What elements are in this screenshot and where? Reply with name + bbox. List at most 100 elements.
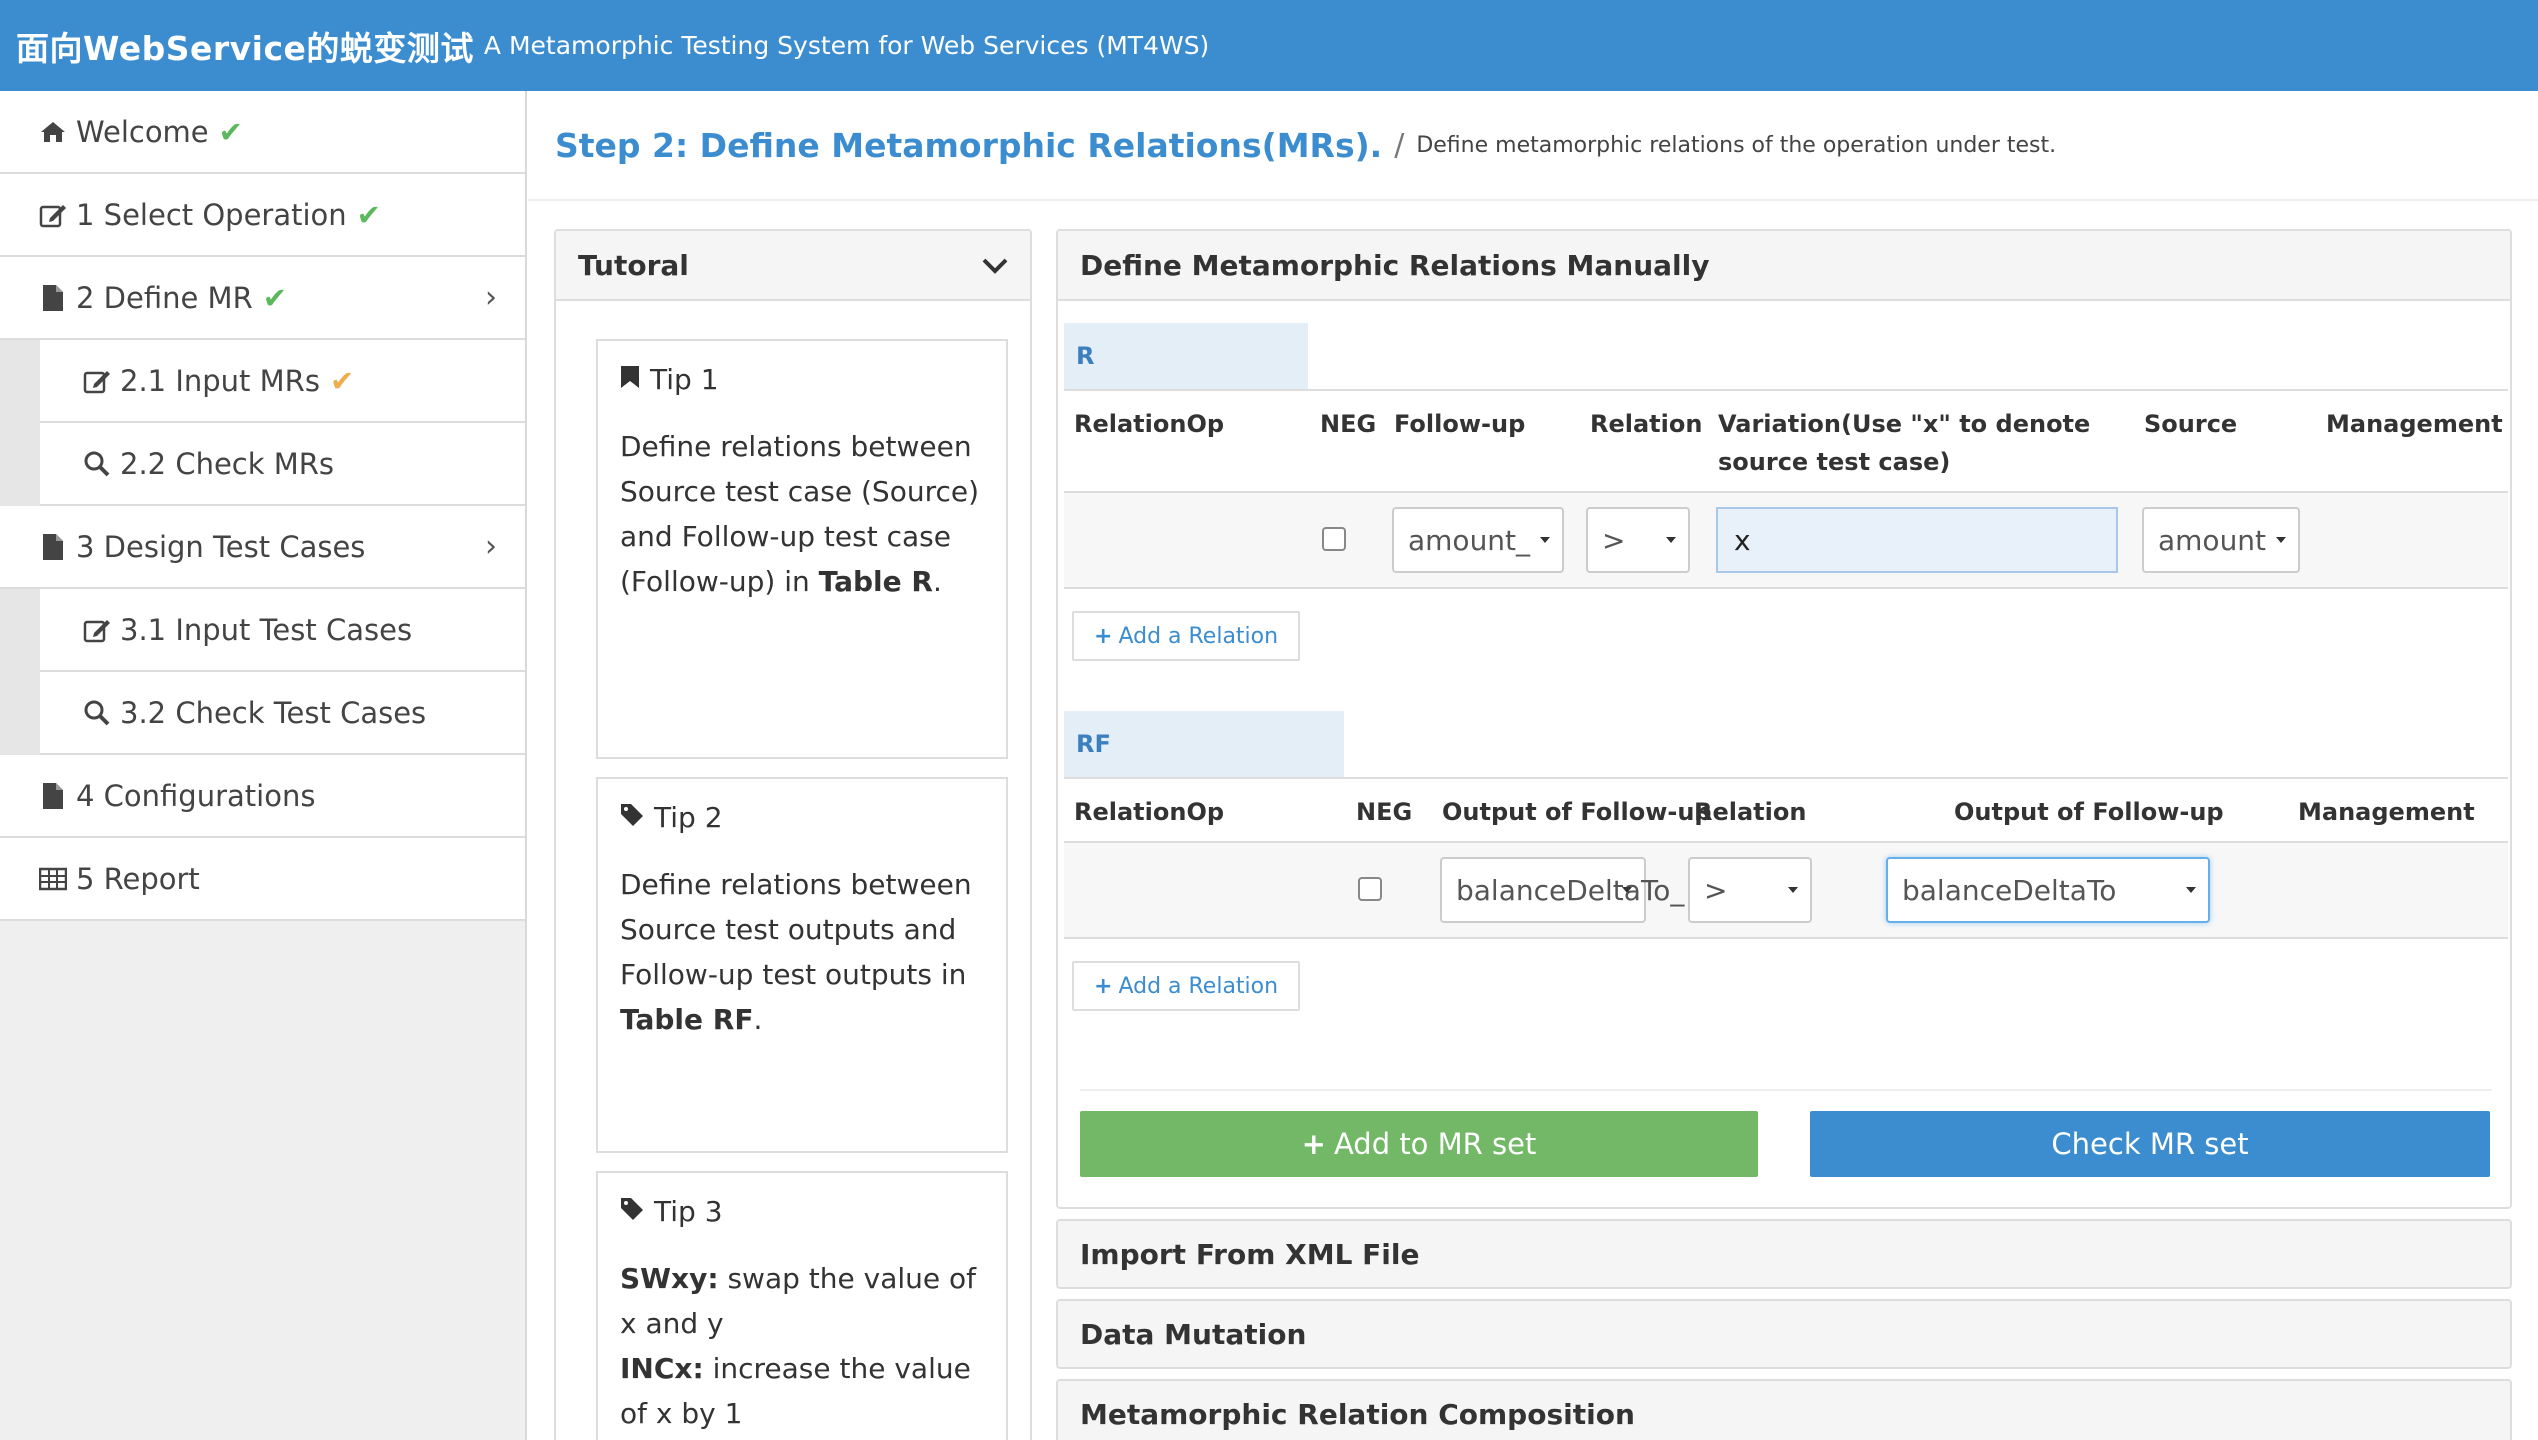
select-value: amount_	[1408, 523, 1531, 557]
neg-checkbox[interactable]	[1358, 877, 1382, 901]
tip-body: Define relations between Source test out…	[620, 862, 984, 1042]
button-label: Check MR set	[2051, 1127, 2249, 1161]
col-header-relationop: RelationOp	[1074, 798, 1225, 826]
divider	[1080, 1089, 2492, 1091]
check-icon: ✔	[329, 363, 355, 398]
col-header-management: Management	[2326, 410, 2503, 438]
main-content: Step 2: Define Metamorphic Relations(MRs…	[528, 91, 2538, 1440]
plus-icon: +	[1301, 1127, 1326, 1161]
divider	[1064, 841, 2508, 843]
search-icon	[82, 451, 112, 477]
select-value: >	[1602, 523, 1626, 557]
sidebar-item-welcome[interactable]: Welcome ✔	[0, 91, 525, 174]
brand-title-cn: 面向WebService的蜕变测试	[16, 28, 474, 68]
top-bar: 面向WebService的蜕变测试 A Metamorphic Testing …	[0, 0, 2538, 91]
sidebar-item-label: 5 Report	[76, 861, 200, 896]
table-rf-label: RF	[1064, 711, 1344, 777]
import-xml-panel-header[interactable]: Import From XML File	[1056, 1219, 2512, 1289]
tip-title: Tip 3	[620, 1195, 984, 1228]
sidebar-item-label: 4 Configurations	[76, 778, 316, 813]
tip-text-bold: Table RF	[620, 1003, 754, 1036]
edit-icon	[82, 368, 112, 394]
add-relation-button-rf[interactable]: + Add a Relation	[1072, 961, 1301, 1011]
col-header-source: Source	[2144, 410, 2238, 438]
brand-title-en: A Metamorphic Testing System for Web Ser…	[483, 31, 1210, 60]
sidebar-item-configurations[interactable]: 4 Configurations	[0, 755, 525, 838]
tip-card-3: Tip 3 SWxy: swap the value of x and y INC…	[596, 1171, 1008, 1440]
edit-icon	[82, 617, 112, 643]
tip-title-text: Tip 2	[654, 801, 723, 834]
file-icon	[38, 533, 68, 561]
check-mr-set-button[interactable]: Check MR set	[1810, 1111, 2490, 1177]
tutorial-panel: Tutoral Tip 1 Define relations between S…	[554, 229, 1032, 1440]
divider	[1064, 937, 2508, 939]
relation-select[interactable]: >	[1688, 857, 1812, 923]
button-label: Add to MR set	[1333, 1127, 1537, 1161]
sidebar-item-label: 1 Select Operation	[76, 197, 347, 232]
chevron-right-icon: ›	[485, 529, 497, 564]
neg-checkbox[interactable]	[1322, 527, 1346, 551]
output-follow-up-select-2[interactable]: balanceDeltaTo	[1886, 857, 2210, 923]
add-to-mr-set-button[interactable]: + Add to MR set	[1080, 1111, 1758, 1177]
source-select[interactable]: amount	[2142, 507, 2300, 573]
select-value: balanceDeltaTo	[1902, 873, 2117, 907]
sidebar-item-design-test-cases[interactable]: 3 Design Test Cases ›	[0, 506, 525, 589]
define-mr-submenu: 2.1 Input MRs ✔ 2.2 Check MRs	[0, 340, 525, 506]
sidebar-item-check-test-cases[interactable]: 3.2 Check Test Cases	[40, 672, 525, 755]
sidebar: Welcome ✔ 1 Select Operation ✔ 2 Define …	[0, 91, 527, 1440]
sidebar-item-input-test-cases[interactable]: 3.1 Input Test Cases	[40, 589, 525, 672]
table-r-label: R	[1064, 323, 1308, 389]
check-icon: ✔	[356, 197, 381, 232]
caret-down-icon	[2186, 887, 2196, 893]
sidebar-item-label: 3.2 Check Test Cases	[120, 695, 427, 730]
sidebar-item-input-mrs[interactable]: 2.1 Input MRs ✔	[40, 340, 525, 423]
select-value: balanceDeltaTo_	[1456, 873, 1685, 907]
sidebar-item-select-operation[interactable]: 1 Select Operation ✔	[0, 174, 525, 257]
sidebar-item-label: 2.2 Check MRs	[120, 446, 335, 481]
sidebar-item-define-mr[interactable]: 2 Define MR ✔ ›	[0, 257, 525, 340]
variation-input[interactable]: x	[1716, 507, 2118, 573]
col-header-output-follow-up-1: Output of Follow-up	[1442, 798, 1712, 826]
follow-up-select[interactable]: amount_	[1392, 507, 1564, 573]
button-label: Add a Relation	[1118, 973, 1279, 999]
divider	[1064, 389, 2508, 391]
caret-down-icon	[1622, 887, 1632, 893]
relation-select[interactable]: >	[1586, 507, 1690, 573]
sidebar-item-label: 3 Design Test Cases	[76, 529, 366, 564]
plus-icon: +	[1094, 973, 1113, 999]
file-icon	[38, 284, 68, 312]
add-relation-button-r[interactable]: + Add a Relation	[1072, 611, 1301, 661]
search-icon	[82, 700, 112, 726]
title-separator: /	[1394, 127, 1405, 163]
data-mutation-panel-header[interactable]: Data Mutation	[1056, 1299, 2512, 1369]
page-header: Step 2: Define Metamorphic Relations(MRs…	[528, 91, 2538, 201]
tip-title: Tip 1	[620, 363, 984, 396]
tip-text-bold: SWxy:	[620, 1262, 719, 1295]
tip-text: Define relations between Source test out…	[620, 868, 972, 991]
col-header-management: Management	[2298, 798, 2475, 826]
test-cases-submenu: 3.1 Input Test Cases 3.2 Check Test Case…	[0, 589, 525, 755]
col-header-neg: NEG	[1356, 798, 1413, 826]
tip-text-bold: INCx:	[620, 1352, 704, 1385]
home-icon	[38, 120, 68, 144]
tip-title: Tip 2	[620, 801, 984, 834]
sidebar-item-label: 2 Define MR	[76, 280, 253, 315]
bookmark-icon	[620, 363, 640, 396]
caret-down-icon	[1666, 537, 1676, 543]
chevron-right-icon: ›	[485, 280, 497, 315]
panel-title: Data Mutation	[1080, 1317, 1307, 1351]
tutorial-header[interactable]: Tutoral	[556, 231, 1030, 301]
mr-composition-panel-header[interactable]: Metamorphic Relation Composition	[1056, 1379, 2512, 1440]
caret-down-icon	[1788, 887, 1798, 893]
caret-down-icon	[1540, 537, 1550, 543]
output-follow-up-select-1[interactable]: balanceDeltaTo_	[1440, 857, 1684, 923]
sidebar-item-check-mrs[interactable]: 2.2 Check MRs	[40, 423, 525, 506]
sidebar-item-report[interactable]: 5 Report	[0, 838, 525, 921]
edit-icon	[38, 202, 68, 228]
page-title: Step 2: Define Metamorphic Relations(MRs…	[555, 125, 1383, 165]
col-header-follow-up: Follow-up	[1394, 410, 1526, 438]
define-mr-panel-header[interactable]: Define Metamorphic Relations Manually	[1058, 231, 2510, 301]
col-header-neg: NEG	[1320, 410, 1377, 438]
divider	[1064, 491, 2508, 493]
plus-icon: +	[1094, 623, 1113, 649]
